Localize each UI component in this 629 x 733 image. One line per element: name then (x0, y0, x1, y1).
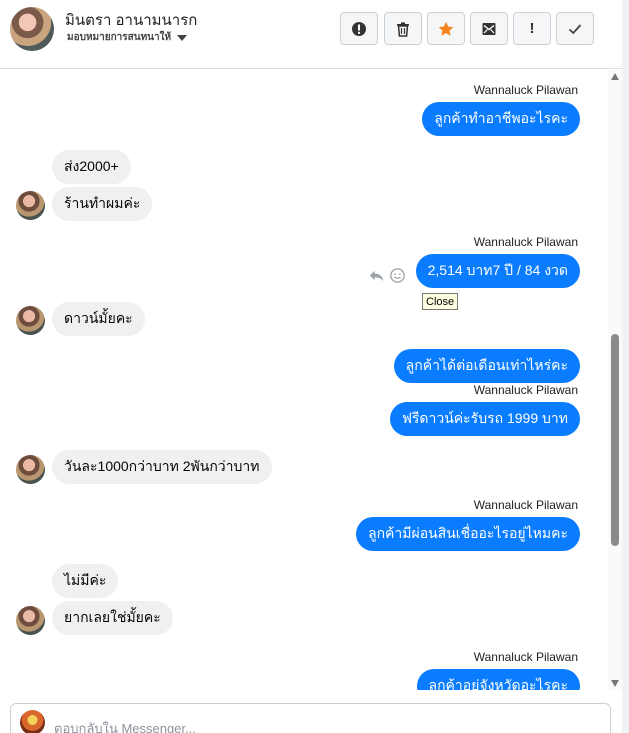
message-thread: Wannaluck Pilawan ลูกค้าทำอาชีพอะไรคะ ส่… (0, 70, 608, 690)
incoming-message[interactable]: ยากเลยใช่มั้ยคะ (52, 601, 173, 635)
thread-scrollbar[interactable] (608, 70, 622, 690)
incoming-message[interactable]: ส่ง2000+ (52, 150, 131, 184)
trash-icon (397, 21, 409, 37)
conversation-header: มินตรา อานามนารก มอบหมายการสนทนาให้ ! (0, 0, 622, 69)
scroll-down-arrow-icon[interactable] (611, 680, 619, 687)
check-icon (568, 23, 582, 34)
mail-archive-icon (482, 22, 496, 35)
outgoing-message[interactable]: ลูกค้าอยู่จังหวัดอะไรคะ (416, 669, 580, 690)
smiley-icon[interactable] (389, 267, 406, 284)
outgoing-message[interactable]: ลูกค้าทำอาชีพอะไรคะ (422, 102, 580, 136)
contact-name[interactable]: มินตรา อานามนารก (65, 8, 197, 32)
contact-avatar-small (16, 606, 45, 635)
move-to-inbox-button[interactable] (470, 12, 508, 45)
contact-avatar[interactable] (10, 7, 54, 51)
sender-name: Wannaluck Pilawan (473, 235, 578, 249)
sender-name: Wannaluck Pilawan (473, 383, 578, 397)
sender-name: Wannaluck Pilawan (473, 83, 578, 97)
incoming-message[interactable]: ร้านทำผมค่ะ (52, 187, 153, 221)
star-button[interactable] (427, 12, 465, 45)
contact-avatar-small (16, 191, 45, 220)
mark-spam-button[interactable] (340, 12, 378, 45)
sender-name: Wannaluck Pilawan (473, 498, 578, 512)
outgoing-message[interactable]: ลูกค้ามีผ่อนสินเชื่ออะไรอยู่ไหมคะ (356, 517, 580, 551)
follow-up-label: ! (529, 20, 535, 37)
reply-input[interactable]: ตอบกลับใน Messenger... (54, 718, 196, 733)
caret-down-icon (177, 34, 188, 41)
outgoing-message[interactable]: ลูกค้าได้ต่อเดือนเท่าไหร่คะ (393, 349, 580, 383)
scroll-thumb[interactable] (611, 334, 619, 546)
contact-avatar-small (16, 306, 45, 335)
sender-name: Wannaluck Pilawan (473, 650, 578, 664)
alert-circle-icon (352, 21, 366, 36)
incoming-message[interactable]: ไม่มีค่ะ (52, 564, 119, 598)
incoming-message[interactable]: วันละ1000กว่าบาท 2พันกว่าบาท (52, 450, 272, 484)
message-actions (368, 267, 406, 284)
follow-up-button[interactable]: ! (513, 12, 551, 45)
page-avatar (20, 710, 45, 733)
outgoing-message[interactable]: ฟรีดาวน์ค่ะรับรถ 1999 บาท (389, 402, 580, 436)
assign-label: มอบหมายการสนทนาให้ (67, 32, 172, 43)
panel-edge (622, 0, 629, 733)
incoming-message[interactable]: ดาวน์มั้ยคะ (52, 302, 145, 336)
star-icon (438, 21, 454, 36)
reply-composer[interactable]: ตอบกลับใน Messenger... (10, 703, 611, 733)
close-tooltip: Close (422, 293, 459, 310)
delete-button[interactable] (384, 12, 422, 45)
scroll-up-arrow-icon[interactable] (611, 73, 619, 80)
outgoing-message[interactable]: 2,514 บาท7 ปี / 84 งวด (415, 254, 580, 288)
reply-icon[interactable] (368, 267, 385, 284)
assign-conversation-dropdown[interactable]: มอบหมายการสนทนาให้ (67, 30, 188, 45)
mark-done-button[interactable] (556, 12, 594, 45)
contact-avatar-small (16, 455, 45, 484)
